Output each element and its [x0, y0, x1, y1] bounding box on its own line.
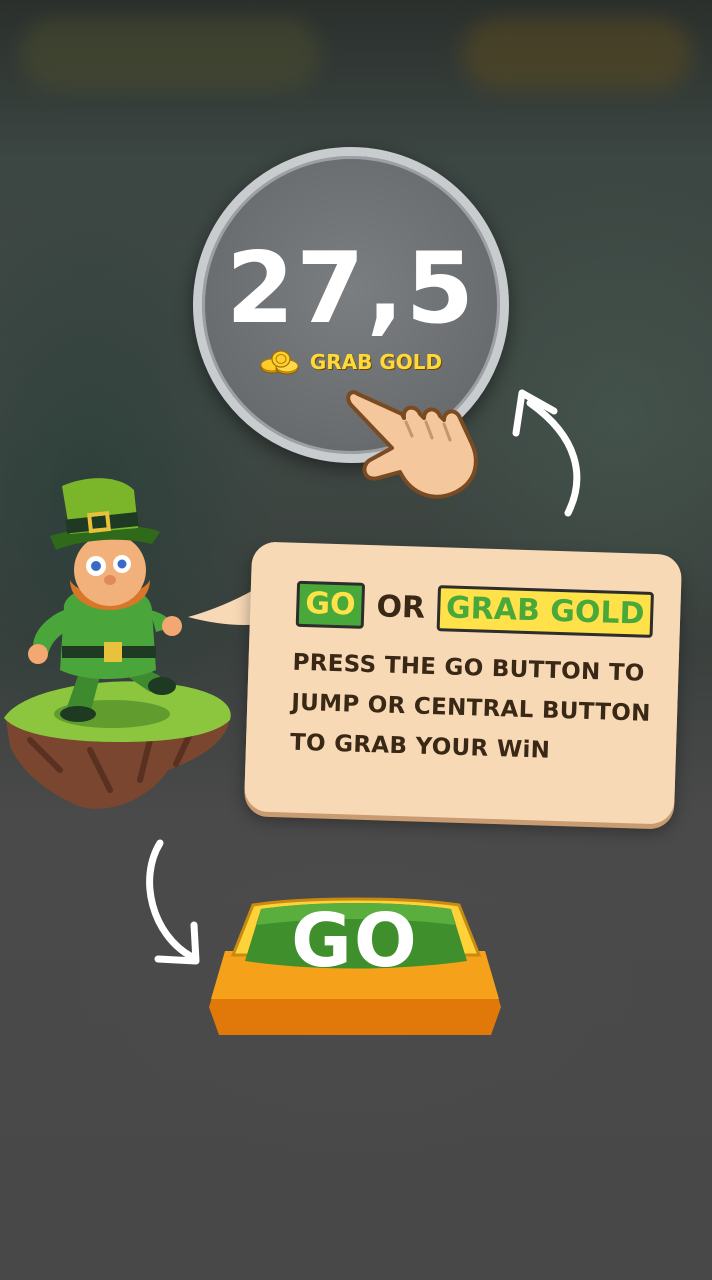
- title-grab-gold-tag: GRAB GOLD: [436, 585, 655, 638]
- title-or: OR: [375, 588, 426, 626]
- tutorial-title: GO OR GRAB GOLD: [295, 580, 655, 638]
- blurred-top-bar-left: [20, 18, 320, 90]
- go-button-label: GO: [291, 898, 419, 984]
- curved-arrow-up-icon: [512, 389, 581, 517]
- go-button[interactable]: GO: [205, 895, 505, 1045]
- grab-gold-row: GRAB GOLD: [202, 349, 500, 375]
- grab-gold-label: GRAB GOLD: [309, 350, 443, 374]
- tutorial-speech-bubble: GO OR GRAB GOLD PRESS THE GO BUTTON TO J…: [243, 541, 683, 825]
- gold-coins-icon: [260, 350, 299, 375]
- tutorial-instructions: PRESS THE GO BUTTON TO JUMP OR CENTRAL B…: [289, 643, 653, 774]
- leprechaun-character: [4, 478, 231, 809]
- win-amount: 27,5: [226, 232, 476, 346]
- pointing-hand-icon: [346, 390, 478, 499]
- blurred-top-bar-right: [462, 18, 692, 90]
- title-go-tag: GO: [295, 580, 366, 629]
